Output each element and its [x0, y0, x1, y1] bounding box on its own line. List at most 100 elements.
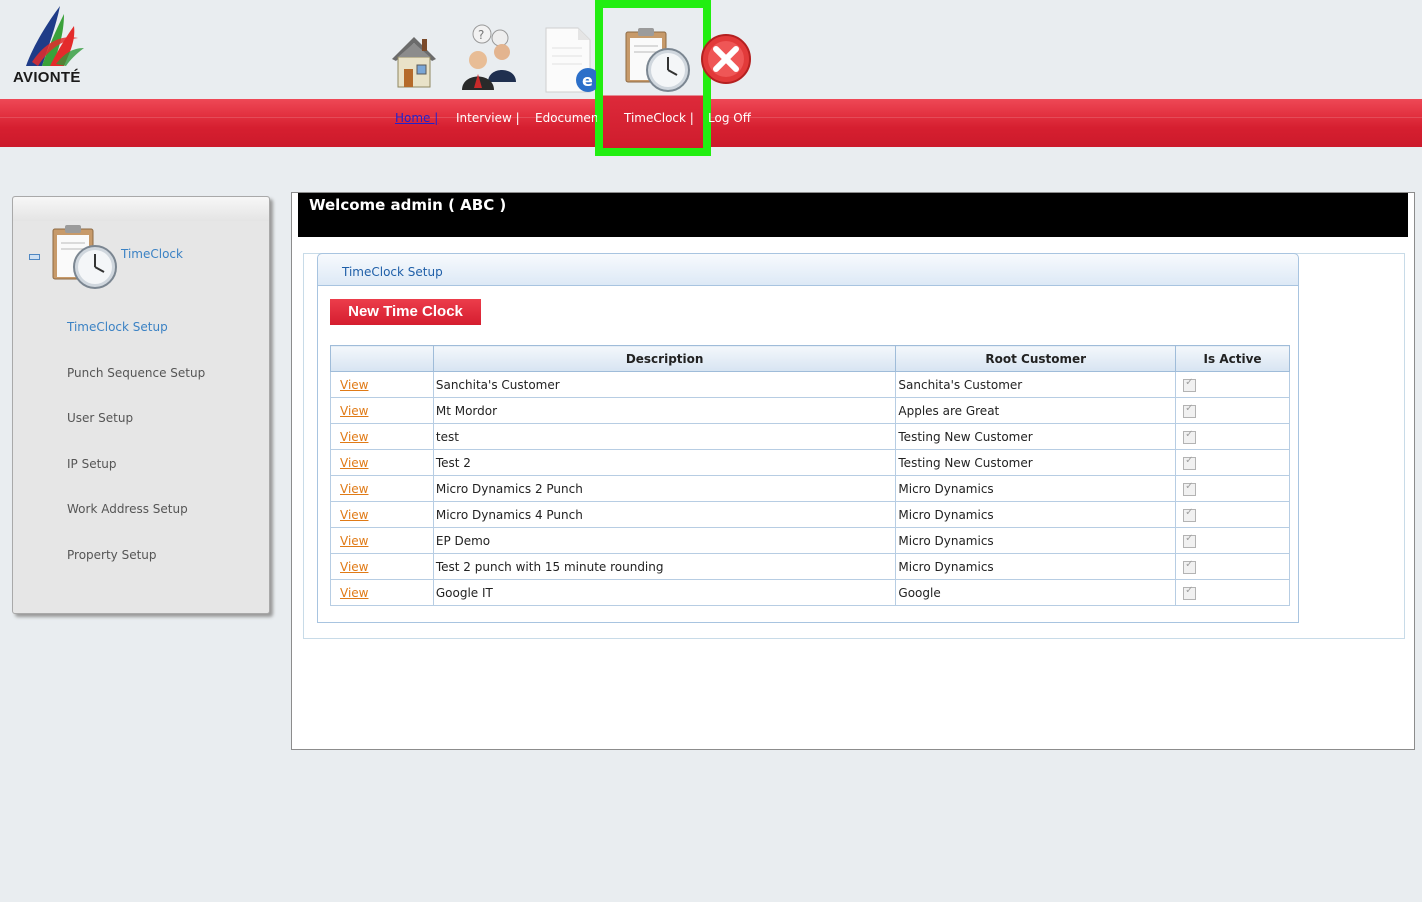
nav-home-link[interactable]: Home | — [395, 111, 438, 125]
panel-header: TimeClock Setup — [317, 253, 1299, 286]
is-active-checkbox[interactable] — [1183, 455, 1197, 470]
view-link[interactable]: View — [340, 508, 368, 522]
column-header-root-customer[interactable]: Root Customer — [895, 345, 1177, 372]
table-row: View Sanchita's Customer Sanchita's Custom… — [330, 371, 1290, 398]
root-customer-cell: Sanchita's Customer — [895, 371, 1177, 398]
view-link[interactable]: View — [340, 456, 368, 470]
view-link[interactable]: View — [340, 404, 368, 418]
table-row: View Micro Dynamics 4 Punch Micro Dynamics — [330, 501, 1290, 528]
timeclock-table: Description Root Customer Is Active View… — [330, 345, 1290, 606]
is-active-checkbox[interactable] — [1183, 481, 1197, 496]
view-cell: View — [330, 449, 434, 476]
view-link[interactable]: View — [340, 586, 368, 600]
is-active-cell — [1175, 579, 1290, 606]
view-link[interactable]: View — [340, 560, 368, 574]
view-link[interactable]: View — [340, 534, 368, 548]
view-cell: View — [330, 475, 434, 502]
view-cell: View — [330, 527, 434, 554]
description-cell: Micro Dynamics 4 Punch — [432, 501, 897, 528]
is-active-cell — [1175, 475, 1290, 502]
sidebar-item-ip-setup[interactable]: IP Setup — [67, 457, 117, 471]
is-active-cell — [1175, 371, 1290, 398]
logoff-icon[interactable] — [700, 32, 752, 89]
view-link[interactable]: View — [340, 482, 368, 496]
view-cell: View — [330, 553, 434, 580]
description-cell: Google IT — [432, 579, 897, 606]
description-cell: EP Demo — [432, 527, 897, 554]
timeclock-section-icon — [49, 221, 119, 294]
sidebar-header — [13, 197, 269, 221]
nav-timeclock-link[interactable]: TimeClock | — [624, 111, 694, 125]
sidebar-item-user-setup[interactable]: User Setup — [67, 411, 133, 425]
view-cell: View — [330, 501, 434, 528]
table-row: View test Testing New Customer — [330, 423, 1290, 450]
welcome-bar: Welcome admin ( ABC ) — [298, 193, 1408, 237]
panel-body: New Time Clock Description Root Customer… — [317, 286, 1299, 623]
is-active-cell — [1175, 397, 1290, 424]
view-link[interactable]: View — [340, 430, 368, 444]
timeclock-setup-panel: TimeClock Setup New Time Clock Descripti… — [317, 253, 1299, 623]
interview-people-icon[interactable]: ? — [450, 22, 522, 95]
description-cell: Sanchita's Customer — [432, 371, 897, 398]
main-content: Welcome admin ( ABC ) TimeClock Setup Ne… — [291, 192, 1415, 750]
sidebar-item-property-setup[interactable]: Property Setup — [67, 548, 157, 562]
column-header-description[interactable]: Description — [432, 345, 897, 372]
is-active-checkbox[interactable] — [1183, 533, 1197, 548]
is-active-checkbox[interactable] — [1183, 429, 1197, 444]
description-cell: test — [432, 423, 897, 450]
column-header-link — [330, 345, 434, 372]
is-active-checkbox[interactable] — [1183, 585, 1197, 600]
root-customer-cell: Micro Dynamics — [895, 553, 1177, 580]
view-cell: View — [330, 371, 434, 398]
timeclock-icon[interactable] — [622, 26, 692, 97]
table-row: View Test 2 punch with 15 minute rounding… — [330, 553, 1290, 580]
collapse-icon[interactable] — [29, 254, 40, 260]
table-row: View Google IT Google — [330, 579, 1290, 606]
panel-title: TimeClock Setup — [342, 265, 443, 279]
house-icon[interactable] — [386, 29, 442, 96]
is-active-cell — [1175, 449, 1290, 476]
root-customer-cell: Micro Dynamics — [895, 501, 1177, 528]
logo-text: AVIONTÉ — [13, 69, 81, 86]
root-customer-cell: Testing New Customer — [895, 423, 1177, 450]
is-active-checkbox[interactable] — [1183, 403, 1197, 418]
table-header-row: Description Root Customer Is Active — [330, 345, 1290, 372]
nav-logoff-link[interactable]: Log Off — [703, 111, 751, 125]
new-time-clock-button[interactable]: New Time Clock — [330, 299, 481, 325]
column-header-is-active[interactable]: Is Active — [1175, 345, 1290, 372]
is-active-cell — [1175, 527, 1290, 554]
welcome-text: Welcome admin ( ABC ) — [309, 196, 507, 214]
table-row: View EP Demo Micro Dynamics — [330, 527, 1290, 554]
view-cell: View — [330, 397, 434, 424]
root-customer-cell: Google — [895, 579, 1177, 606]
svg-text:?: ? — [478, 28, 484, 42]
view-cell: View — [330, 579, 434, 606]
is-active-cell — [1175, 423, 1290, 450]
root-customer-cell: Micro Dynamics — [895, 527, 1177, 554]
view-cell: View — [330, 423, 434, 450]
sidebar-section-title[interactable]: TimeClock — [121, 247, 183, 261]
description-cell: Mt Mordor — [432, 397, 897, 424]
is-active-cell — [1175, 553, 1290, 580]
view-link[interactable]: View — [340, 378, 368, 392]
sidebar-item-timeclock-setup[interactable]: TimeClock Setup — [67, 320, 168, 334]
svg-text:e: e — [582, 71, 593, 90]
is-active-checkbox[interactable] — [1183, 559, 1197, 574]
description-cell: Test 2 punch with 15 minute rounding — [432, 553, 897, 580]
is-active-checkbox[interactable] — [1183, 377, 1197, 392]
sidebar-item-punch-sequence-setup[interactable]: Punch Sequence Setup — [67, 366, 205, 380]
root-customer-cell: Testing New Customer — [895, 449, 1177, 476]
table-row: View Test 2 Testing New Customer — [330, 449, 1290, 476]
table-row: View Micro Dynamics 2 Punch Micro Dynamics — [330, 475, 1290, 502]
root-customer-cell: Apples are Great — [895, 397, 1177, 424]
edocument-icon[interactable]: e — [540, 26, 600, 97]
description-cell: Test 2 — [432, 449, 897, 476]
is-active-cell — [1175, 501, 1290, 528]
nav-edocument-link[interactable]: Edocument — [535, 111, 597, 125]
table-row: View Mt Mordor Apples are Great — [330, 397, 1290, 424]
is-active-checkbox[interactable] — [1183, 507, 1197, 522]
sidebar: TimeClock TimeClock Setup Punch Sequence… — [12, 196, 270, 614]
nav-interview-link[interactable]: Interview | — [456, 111, 520, 125]
sidebar-item-work-address-setup[interactable]: Work Address Setup — [67, 502, 188, 516]
root-customer-cell: Micro Dynamics — [895, 475, 1177, 502]
